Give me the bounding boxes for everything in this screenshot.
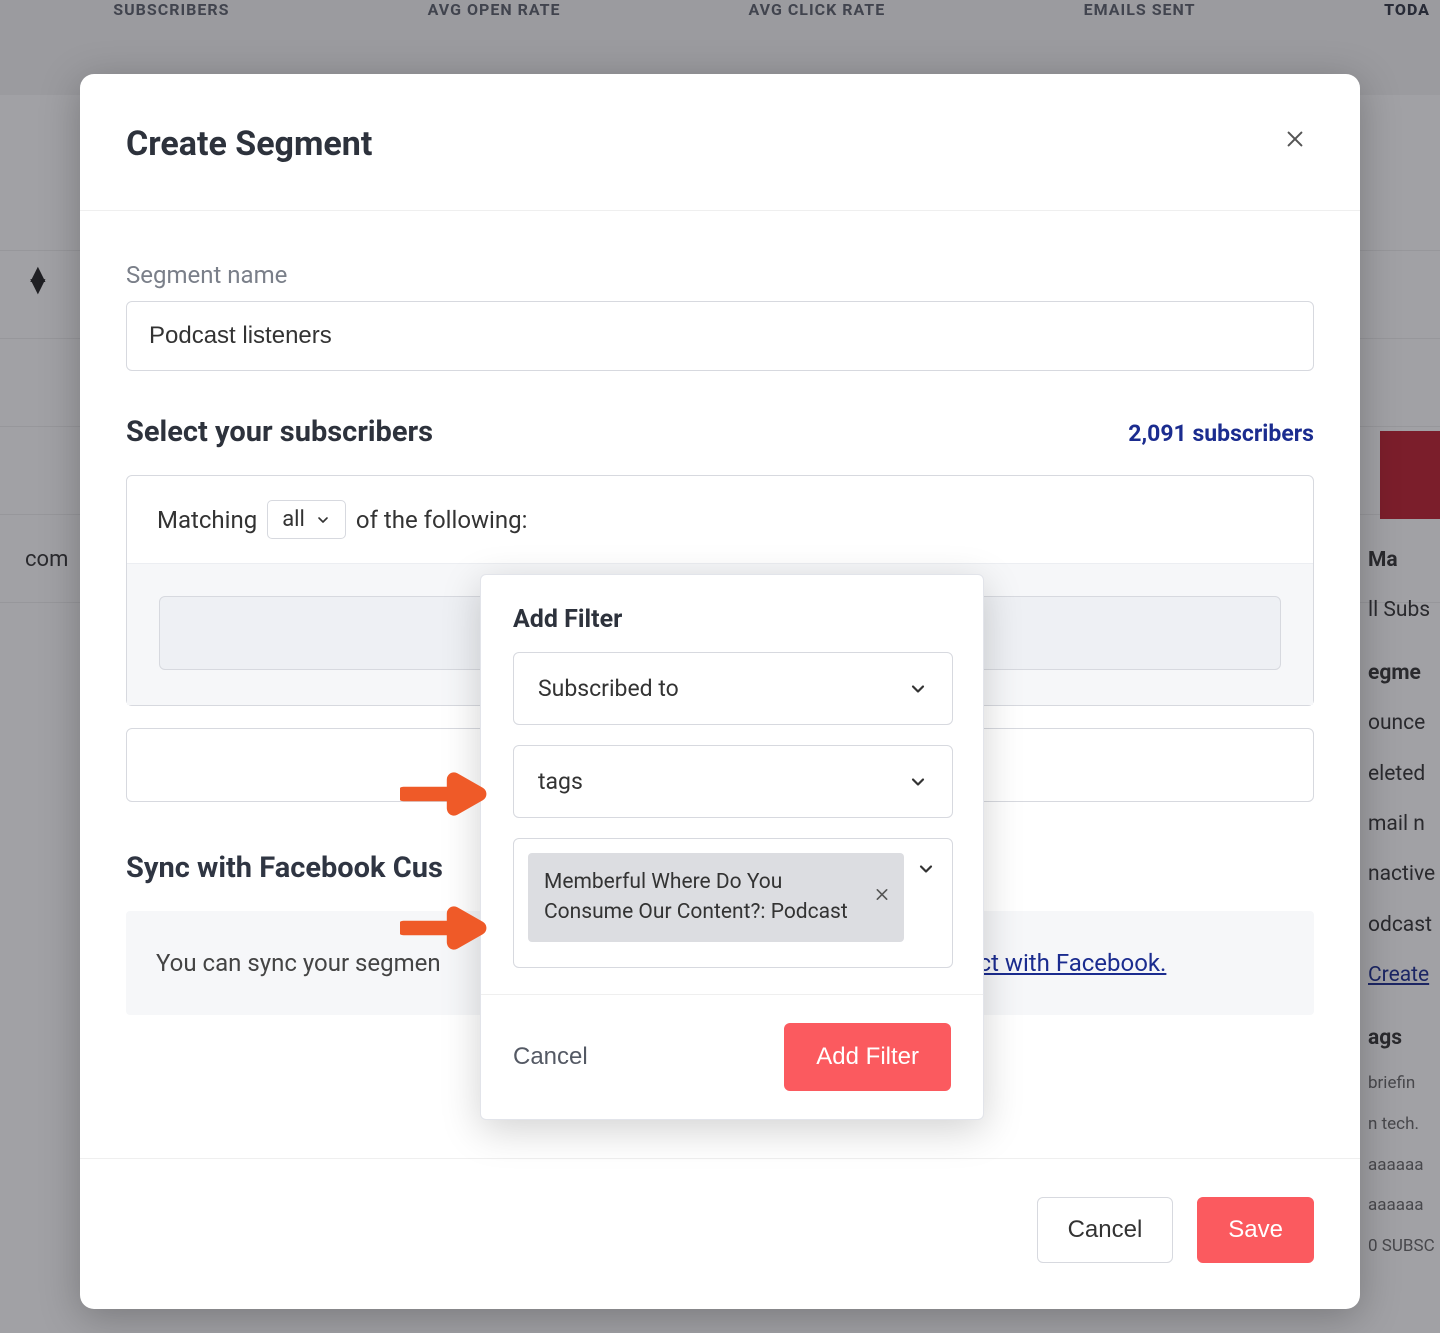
chevron-down-icon [315,512,331,528]
popover-footer: Cancel Add Filter [481,994,983,1119]
chevron-down-icon [908,772,928,792]
chevron-down-icon [916,859,936,879]
selected-tag-chip: Memberful Where Do You Consume Our Conte… [528,853,904,942]
cancel-button[interactable]: Cancel [1037,1197,1174,1263]
modal-title: Create Segment [126,124,372,164]
popover-title: Add Filter [513,605,951,634]
subscriber-count: 2,091 subscribers [1128,420,1314,447]
tag-chip-label: Memberful Where Do You Consume Our Conte… [544,870,848,924]
matching-pre-text: Matching [157,506,257,534]
matching-post-text: of the following: [356,506,528,534]
matching-select[interactable]: all [267,500,346,539]
filter-type-select[interactable]: Subscribed to [513,652,953,725]
popover-add-filter-button[interactable]: Add Filter [784,1023,951,1091]
remove-tag-icon[interactable] [874,886,890,909]
matching-row: Matching all of the following: [127,476,1313,563]
close-icon[interactable] [1276,124,1314,161]
modal-footer: Cancel Save [80,1158,1360,1309]
segment-name-label: Segment name [126,261,1314,289]
connect-facebook-link[interactable]: nect with Facebook. [953,949,1167,977]
sync-text: You can sync your segmen [156,949,441,977]
select-subscribers-title: Select your subscribers [126,415,433,449]
chevron-down-icon [908,679,928,699]
modal-header: Create Segment [80,74,1360,211]
tag-value-select[interactable]: Memberful Where Do You Consume Our Conte… [513,838,953,968]
annotation-arrow-icon [400,906,490,950]
segment-name-input[interactable] [126,301,1314,371]
save-button[interactable]: Save [1197,1197,1314,1263]
filter-attribute-select[interactable]: tags [513,745,953,818]
popover-cancel-button[interactable]: Cancel [513,1043,588,1071]
add-filter-popover: Add Filter Subscribed to tags Memberful … [480,574,984,1120]
annotation-arrow-icon [400,772,490,816]
